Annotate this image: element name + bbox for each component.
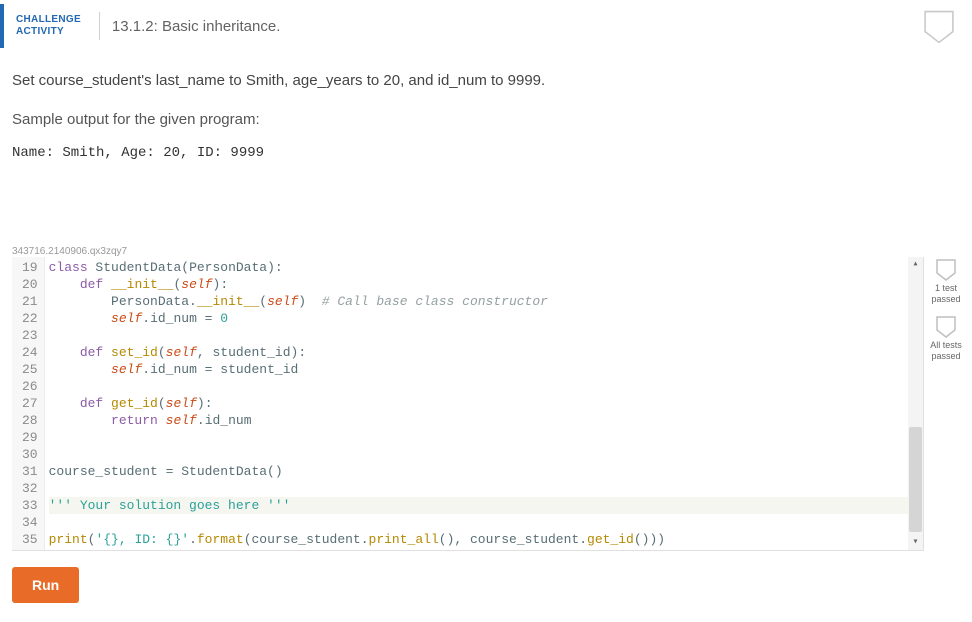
editor-area: 1920212223242526272829303132333435 class… (0, 257, 972, 551)
line-number: 19 (22, 259, 38, 276)
watermark-id: 343716.2140906.qx3zqy7 (0, 176, 972, 257)
line-number: 35 (22, 531, 38, 548)
code-content[interactable]: class StudentData(PersonData): def __ini… (45, 257, 923, 550)
scroll-up-arrow[interactable]: ▴ (908, 257, 923, 272)
line-number: 31 (22, 463, 38, 480)
line-number: 22 (22, 310, 38, 327)
code-editor[interactable]: 1920212223242526272829303132333435 class… (12, 257, 924, 551)
code-line[interactable] (49, 446, 919, 463)
line-number: 33 (22, 497, 38, 514)
challenge-label-line1: CHALLENGE (16, 14, 81, 26)
line-number: 28 (22, 412, 38, 429)
code-line[interactable] (49, 514, 919, 531)
code-line[interactable]: self.id_num = student_id (49, 361, 919, 378)
line-number-gutter: 1920212223242526272829303132333435 (12, 257, 45, 550)
code-line[interactable]: PersonData.__init__(self) # Call base cl… (49, 293, 919, 310)
run-row: Run (0, 551, 972, 619)
line-number: 30 (22, 446, 38, 463)
code-line[interactable]: ''' Your solution goes here ''' (49, 497, 919, 514)
line-number: 21 (22, 293, 38, 310)
test-status-panel: 1 test passed All tests passed (924, 257, 968, 374)
activity-title: 13.1.2: Basic inheritance. (112, 18, 280, 35)
sample-output: Name: Smith, Age: 20, ID: 9999 (0, 142, 972, 176)
code-line[interactable]: self.id_num = 0 (49, 310, 919, 327)
line-number: 24 (22, 344, 38, 361)
challenge-label-line2: ACTIVITY (16, 26, 81, 38)
code-line[interactable]: print('{}, ID: {}'.format(course_student… (49, 531, 919, 548)
test-badge-icon (936, 259, 956, 281)
all-tests-passed-label: All tests passed (924, 340, 968, 362)
line-number: 20 (22, 276, 38, 293)
line-number: 29 (22, 429, 38, 446)
line-number: 25 (22, 361, 38, 378)
line-number: 23 (22, 327, 38, 344)
vertical-scrollbar[interactable]: ▴ ▾ (908, 257, 923, 550)
code-line[interactable]: course_student = StudentData() (49, 463, 919, 480)
instructions-text: Set course_student's last_name to Smith,… (0, 52, 972, 93)
code-line[interactable] (49, 429, 919, 446)
code-line[interactable]: def __init__(self): (49, 276, 919, 293)
challenge-activity-tag: CHALLENGE ACTIVITY (0, 4, 93, 48)
code-line[interactable] (49, 378, 919, 395)
code-line[interactable]: def get_id(self): (49, 395, 919, 412)
line-number: 32 (22, 480, 38, 497)
scroll-down-arrow[interactable]: ▾ (908, 535, 923, 550)
sample-output-label: Sample output for the given program: (0, 93, 972, 142)
code-line[interactable]: class StudentData(PersonData): (49, 259, 919, 276)
run-button[interactable]: Run (12, 567, 79, 603)
code-line[interactable]: def set_id(self, student_id): (49, 344, 919, 361)
all-tests-badge-icon (936, 316, 956, 338)
code-line[interactable]: return self.id_num (49, 412, 919, 429)
code-line[interactable] (49, 327, 919, 344)
code-body: 1920212223242526272829303132333435 class… (12, 257, 923, 550)
header: CHALLENGE ACTIVITY 13.1.2: Basic inherit… (0, 0, 972, 52)
line-number: 26 (22, 378, 38, 395)
line-number: 27 (22, 395, 38, 412)
line-number: 34 (22, 514, 38, 531)
header-divider (99, 12, 100, 40)
one-test-passed-label: 1 test passed (924, 283, 968, 305)
badge-shield-icon (922, 10, 956, 44)
scroll-thumb[interactable] (909, 427, 922, 532)
code-line[interactable] (49, 480, 919, 497)
